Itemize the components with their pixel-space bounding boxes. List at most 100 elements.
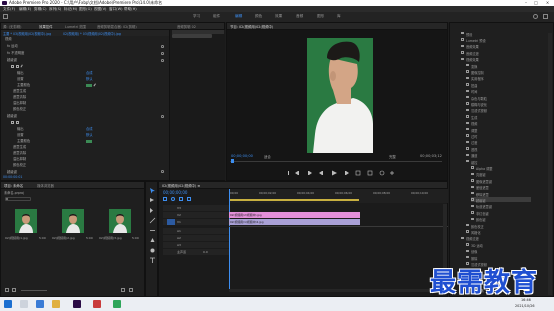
label-matte-generation[interactable]: 遮罩生成 <box>13 89 26 94</box>
label-matte-cleanup[interactable]: 遮罩清除 <box>13 95 26 100</box>
effects-tree-item[interactable]: Alpha 调整 <box>471 165 531 171</box>
mask-rect-icon[interactable] <box>16 121 19 124</box>
hand-tool-icon[interactable] <box>149 247 156 254</box>
icon-view-icon[interactable] <box>12 288 16 292</box>
tab-audio-clip[interactable]: 音频剪辑 02 <box>177 24 196 29</box>
effects-tree-item[interactable]: 颜色键 <box>471 217 531 222</box>
mask-rect-icon[interactable] <box>16 65 19 68</box>
clip-name-2[interactable]: 02(视频用)2.jpg <box>52 236 75 240</box>
effect-opacity[interactable]: fx 不透明度 <box>7 51 24 56</box>
sequence-clip-label[interactable]: 02(视频用) * 03(视频用)02(视频中).jpg <box>63 31 121 36</box>
search-icon[interactable] <box>20 300 28 308</box>
effects-tree-item[interactable]: 风格化 <box>466 229 526 235</box>
effects-tree-item[interactable]: 调整 <box>466 127 526 133</box>
reset-icon[interactable] <box>161 52 164 55</box>
reset-icon[interactable] <box>161 115 164 118</box>
effects-tree-item[interactable]: 超级键 <box>471 197 531 203</box>
clip-v2[interactable]: 02(视频用)2(视频中).jpg <box>229 212 360 218</box>
mask-pen-icon[interactable] <box>20 64 25 69</box>
effects-tree-item[interactable]: 图像遮罩键 <box>471 178 531 184</box>
trash-icon[interactable] <box>129 288 133 292</box>
tab-sequence[interactable]: 02(视频用)02(视频中) ≡ <box>162 183 200 188</box>
effects-tree-item[interactable]: 视频过渡 <box>461 236 521 241</box>
effects-tree-item[interactable]: 3D 运动 <box>466 242 526 248</box>
key-color-swatch-2[interactable] <box>86 140 92 143</box>
timeline-timecode[interactable]: 00;00;00;00 <box>163 190 187 195</box>
effects-tree-item[interactable]: 划像 <box>466 249 526 254</box>
label-matte-cleanup-2[interactable]: 遮罩清除 <box>13 151 26 156</box>
workspace-assembly[interactable]: 组件 <box>213 14 220 19</box>
track-header-v1[interactable]: V1 <box>163 219 229 225</box>
effects-tree-item[interactable]: 预设 <box>461 31 521 37</box>
effects-tree-item[interactable]: 轨道遮罩键 <box>471 204 531 209</box>
effects-tree-item[interactable]: 音频效果 <box>461 44 521 49</box>
label-spill-suppression[interactable]: 溢出抑制 <box>13 101 26 106</box>
effects-tree-item[interactable]: 过渡 <box>466 140 526 145</box>
playhead-marker[interactable] <box>231 159 234 163</box>
effects-tree-item[interactable]: 键控 <box>466 159 526 165</box>
tab-lumetri-scopes[interactable]: Lumetri 范围 <box>65 24 86 29</box>
track-select-tool-icon[interactable] <box>149 197 156 204</box>
ripple-edit-tool-icon[interactable] <box>149 207 156 214</box>
slip-tool-icon[interactable] <box>149 227 156 234</box>
workspace-color[interactable]: 颜色 <box>255 14 262 19</box>
quality-dropdown[interactable]: 完整 <box>389 154 396 159</box>
effects-tree-item[interactable]: 过时 <box>466 133 526 139</box>
effects-tree-item[interactable]: 杂色与颗粒 <box>466 95 526 101</box>
workspace-effects[interactable]: 效果 <box>275 14 282 19</box>
tab-source[interactable]: 源: (无剪辑) <box>3 24 21 29</box>
master-volume[interactable]: 0.0 <box>203 250 208 254</box>
effect-ultra-key-2[interactable]: 超级键 <box>7 114 17 119</box>
track-header-a3[interactable]: A3 <box>163 242 229 248</box>
effects-tree-item[interactable]: 透视 <box>466 146 526 152</box>
tab-effect-controls[interactable]: 效果控件 <box>39 24 53 29</box>
effects-tree-item[interactable]: 视频 <box>466 121 526 126</box>
tab-project[interactable]: 项目: 未命名 <box>4 183 23 188</box>
zoom-slider[interactable] <box>21 290 47 291</box>
effects-tree-item[interactable]: 生成 <box>466 114 526 120</box>
type-tool-icon[interactable] <box>149 257 156 264</box>
track-header-a1[interactable]: A1 <box>163 228 229 234</box>
effects-tree-item[interactable]: Lumetri 预设 <box>461 37 521 43</box>
effects-tree-item[interactable]: 音频过渡 <box>461 50 521 56</box>
effects-tree-item[interactable]: 移除遮罩 <box>471 191 531 197</box>
clip-thumbnail-1[interactable] <box>15 209 37 233</box>
effects-tree-item[interactable]: 视频效果 <box>461 57 521 62</box>
clip-name-1[interactable]: 02(视频用)1.jpg <box>5 236 28 240</box>
key-color-swatch[interactable] <box>86 84 92 87</box>
windows-start-icon[interactable] <box>4 300 12 308</box>
effects-tree-item[interactable]: 图像控制 <box>466 69 526 75</box>
clip-thumbnail-3[interactable] <box>109 209 131 233</box>
program-timecode-left[interactable]: 00;00;00;00 <box>231 154 253 158</box>
list-view-icon[interactable] <box>5 288 9 292</box>
effects-tree-item[interactable]: 差值遮罩 <box>471 185 531 190</box>
track-header-v3[interactable]: V3 <box>163 205 229 211</box>
razor-tool-icon[interactable] <box>149 217 156 224</box>
setting-value[interactable]: 默认 <box>86 77 93 82</box>
file-explorer-icon[interactable] <box>52 300 60 308</box>
effect-controls-timecode[interactable]: 00:00:00:01 <box>3 175 22 179</box>
effects-tree-item[interactable]: 亮度键 <box>471 172 531 177</box>
fit-dropdown[interactable]: 适合 <box>264 154 271 159</box>
new-item-icon[interactable] <box>121 288 125 292</box>
mask-ellipse-icon[interactable] <box>11 65 14 68</box>
effects-tree-item[interactable]: 模糊与锐化 <box>466 101 526 107</box>
tab-program[interactable]: 节目: 02(视频用)02(视频中) <box>230 24 273 29</box>
app-icon-red[interactable] <box>93 300 101 308</box>
effects-tree-item[interactable]: 通道 <box>466 153 526 158</box>
effect-ultra-key-1[interactable]: 超级键 <box>7 58 17 63</box>
reset-icon[interactable] <box>161 59 164 62</box>
effects-tree-item[interactable]: 沉浸式视频 <box>466 108 526 113</box>
workspace-libraries[interactable]: 库 <box>337 14 341 19</box>
transport-buttons[interactable] <box>286 169 396 177</box>
tab-audio-clip-mixer[interactable]: 音频剪辑混合器: 02(剪辑) <box>97 24 137 29</box>
premiere-pro-icon[interactable] <box>73 300 81 308</box>
effects-scrollbar[interactable] <box>548 33 552 295</box>
track-header-a2[interactable]: A2 <box>163 235 229 241</box>
effects-tree-item[interactable]: 变换 <box>466 63 526 69</box>
playhead[interactable] <box>229 189 230 289</box>
clip-name-3[interactable]: 02(视频用)3.jpg <box>99 236 122 240</box>
keyframe-area[interactable] <box>169 30 225 180</box>
effects-tree-item[interactable]: 时间 <box>466 89 526 94</box>
home-icon[interactable] <box>3 14 8 19</box>
